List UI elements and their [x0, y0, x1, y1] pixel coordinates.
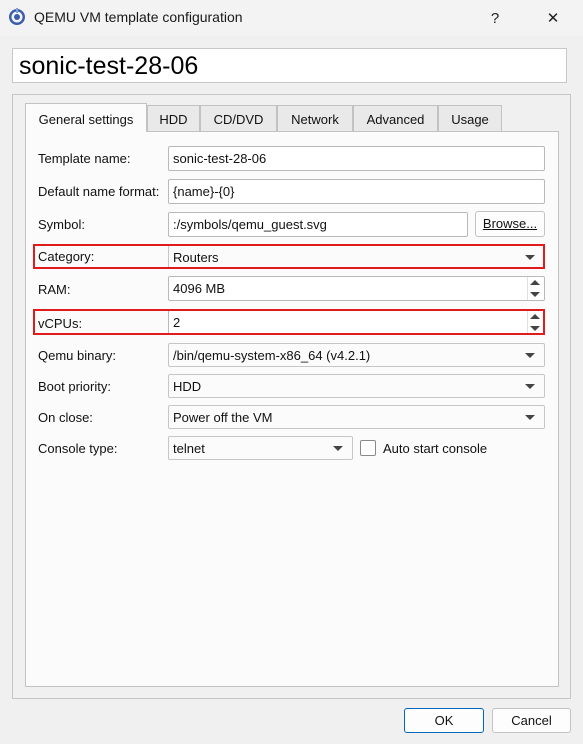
vcpus-value: 2: [173, 315, 181, 330]
console-type-value: telnet: [173, 441, 205, 456]
console-type-label: Console type:: [38, 441, 118, 456]
category-label: Category:: [38, 249, 95, 264]
template-name-input[interactable]: sonic-test-28-06: [168, 146, 545, 171]
gns3-app-icon: [9, 8, 25, 25]
boot-priority-label: Boot priority:: [38, 379, 111, 394]
browse-button-label: Browse...: [482, 216, 538, 231]
symbol-value: :/symbols/qemu_guest.svg: [173, 217, 327, 232]
default-name-format-input[interactable]: {name}-{0}: [168, 179, 545, 204]
chevron-down-icon: [525, 415, 535, 420]
tab-usage[interactable]: Usage: [438, 105, 502, 131]
title-bar: QEMU VM template configuration ? ✕: [0, 0, 583, 36]
template-name-label: Template name:: [38, 151, 131, 166]
console-type-select[interactable]: telnet: [168, 436, 353, 460]
vcpus-label: vCPUs:: [38, 316, 83, 331]
default-name-format-value: {name}-{0}: [173, 184, 235, 199]
boot-priority-value: HDD: [173, 379, 202, 394]
cancel-button[interactable]: Cancel: [492, 708, 571, 733]
symbol-label: Symbol:: [38, 217, 85, 232]
auto-start-console-label[interactable]: Auto start console: [383, 441, 487, 456]
spin-down-icon[interactable]: [530, 326, 540, 331]
tab-cd-dvd[interactable]: CD/DVD: [200, 105, 277, 131]
category-value: Routers: [173, 250, 219, 265]
browse-button[interactable]: Browse...: [475, 211, 545, 237]
auto-start-console-checkbox[interactable]: [360, 440, 376, 456]
tab-hdd[interactable]: HDD: [147, 105, 200, 131]
tab-network[interactable]: Network: [277, 105, 353, 131]
qemu-binary-select[interactable]: /bin/qemu-system-x86_64 (v4.2.1): [168, 343, 545, 367]
spin-down-icon[interactable]: [530, 292, 540, 297]
chevron-down-icon: [525, 255, 535, 260]
category-select[interactable]: Routers: [168, 245, 545, 269]
ram-label: RAM:: [38, 282, 71, 297]
default-name-format-label: Default name format:: [38, 184, 160, 199]
vcpus-spinbox[interactable]: 2: [168, 310, 545, 335]
ram-spinbox[interactable]: 4096 MB: [168, 276, 545, 301]
ok-button[interactable]: OK: [404, 708, 484, 733]
template-title-field[interactable]: sonic-test-28-06: [12, 48, 567, 83]
close-icon[interactable]: ✕: [530, 0, 576, 36]
template-name-value: sonic-test-28-06: [173, 151, 267, 166]
on-close-select[interactable]: Power off the VM: [168, 405, 545, 429]
on-close-value: Power off the VM: [173, 410, 273, 425]
tab-advanced[interactable]: Advanced: [353, 105, 438, 131]
qemu-binary-label: Qemu binary:: [38, 348, 117, 363]
chevron-down-icon: [525, 384, 535, 389]
symbol-input[interactable]: :/symbols/qemu_guest.svg: [168, 212, 468, 237]
boot-priority-select[interactable]: HDD: [168, 374, 545, 398]
spin-up-icon[interactable]: [530, 314, 540, 319]
qemu-binary-value: /bin/qemu-system-x86_64 (v4.2.1): [173, 348, 371, 363]
spin-up-icon[interactable]: [530, 280, 540, 285]
template-title: sonic-test-28-06: [19, 52, 199, 80]
ram-value: 4096 MB: [173, 281, 226, 296]
window-title: QEMU VM template configuration: [34, 9, 243, 25]
chevron-down-icon: [525, 353, 535, 358]
tab-general-settings[interactable]: General settings: [25, 103, 147, 132]
help-button[interactable]: ?: [472, 0, 518, 36]
on-close-label: On close:: [38, 410, 93, 425]
chevron-down-icon: [333, 446, 343, 451]
